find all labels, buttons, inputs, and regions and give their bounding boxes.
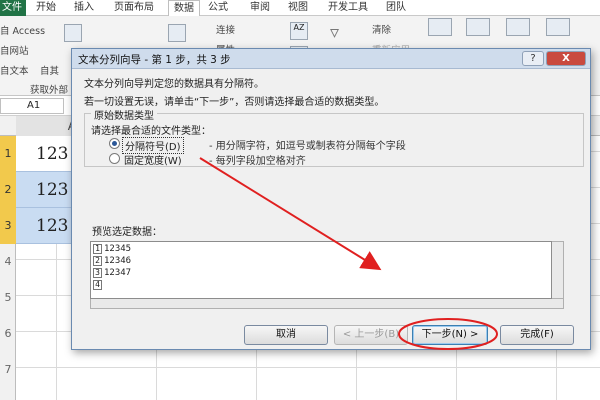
tab-insert[interactable]: 插入: [74, 0, 94, 16]
dialog-message-1: 文本分列向导判定您的数据具有分隔符。: [84, 79, 264, 90]
filter-icon[interactable]: ▿: [330, 24, 348, 42]
fixed-width-radio[interactable]: [109, 153, 120, 164]
preview-line-number: 4: [93, 280, 102, 290]
preview-line-text: 12347: [104, 268, 132, 278]
get-external-data-group: 获取外部: [30, 85, 69, 96]
back-button[interactable]: < 上一步(B): [334, 325, 408, 345]
tab-page-layout[interactable]: 页面布局: [114, 0, 154, 16]
next-button[interactable]: 下一步(N) >: [412, 325, 488, 345]
cancel-button[interactable]: 取消: [244, 325, 328, 345]
row-header-4[interactable]: 4: [0, 244, 16, 280]
sort-az-icon[interactable]: AZ: [290, 22, 308, 40]
delimited-description: - 用分隔字符，如逗号或制表符分隔每个字段: [209, 141, 406, 152]
help-button[interactable]: ?: [522, 51, 544, 66]
data-validation-icon[interactable]: [546, 18, 570, 36]
row-header-7[interactable]: 7: [0, 352, 16, 388]
finish-button[interactable]: 完成(F): [500, 325, 574, 345]
from-other-button[interactable]: 自其: [40, 63, 59, 77]
ribbon-tab-bar: 文件 开始 插入 页面布局 数据 公式 审阅 视图 开发工具 团队: [0, 0, 600, 16]
row-header-6[interactable]: 6: [0, 316, 16, 352]
tab-team[interactable]: 团队: [386, 0, 406, 16]
preview-line: 4: [93, 280, 104, 290]
tab-developer[interactable]: 开发工具: [328, 0, 368, 16]
preview-line-number: 1: [93, 244, 102, 254]
preview-vertical-scrollbar[interactable]: [552, 241, 564, 299]
tab-home[interactable]: 开始: [36, 0, 56, 16]
preview-line-text: 12345: [104, 244, 132, 254]
preview-horizontal-scrollbar[interactable]: [90, 299, 564, 309]
preview-line: 2 12346: [93, 256, 131, 266]
fixed-width-label[interactable]: 固定宽度(W): [124, 152, 182, 167]
dialog-title: 文本分列向导 - 第 1 步，共 3 步: [78, 54, 231, 66]
flash-fill-icon[interactable]: [466, 18, 490, 36]
row-header-5[interactable]: 5: [0, 280, 16, 316]
row-header-bar: 1 2 3 4 5 6 7: [0, 136, 16, 400]
preview-line-number: 2: [93, 256, 102, 266]
row-header-1[interactable]: 1: [0, 136, 16, 172]
preview-line-text: 12346: [104, 256, 132, 266]
connections-button[interactable]: 连接: [216, 22, 235, 36]
preview-line: 1 12345: [93, 244, 131, 254]
preview-line: 3 12347: [93, 268, 131, 278]
tab-file[interactable]: 文件: [0, 0, 26, 16]
from-access-button[interactable]: 自 Access: [0, 23, 45, 37]
delimited-radio[interactable]: [109, 138, 120, 149]
fixed-width-description: - 每列字段加空格对齐: [209, 156, 306, 167]
data-type-group-title: 原始数据类型: [91, 107, 157, 122]
row-header-2[interactable]: 2: [0, 172, 16, 208]
from-text-button[interactable]: 自文本: [0, 63, 29, 77]
from-web-button[interactable]: 自网站: [0, 43, 29, 57]
dialog-titlebar[interactable]: 文本分列向导 - 第 1 步，共 3 步 ? X: [72, 49, 590, 69]
text-to-columns-dialog: 文本分列向导 - 第 1 步，共 3 步 ? X 文本分列向导判定您的数据具有分…: [71, 48, 591, 350]
preview-label: 预览选定数据：: [92, 227, 162, 238]
dialog-message-2: 若一切设置无误，请单击“下一步”，否则请选择最合适的数据类型。: [84, 97, 385, 108]
tab-formulas[interactable]: 公式: [208, 0, 228, 16]
tab-review[interactable]: 审阅: [250, 0, 270, 16]
sort-az-glyph: AZ: [293, 23, 305, 32]
data-type-prompt: 请选择最合适的文件类型：: [91, 126, 211, 137]
tab-view[interactable]: 视图: [288, 0, 308, 16]
data-type-group: 原始数据类型 请选择最合适的文件类型： 分隔符号(D) - 用分隔字符，如逗号或…: [84, 107, 584, 167]
refresh-all-icon[interactable]: [168, 24, 186, 42]
clear-filter-button[interactable]: 清除: [372, 22, 391, 36]
preview-line-number: 3: [93, 268, 102, 278]
existing-connections-icon[interactable]: [64, 24, 82, 42]
preview-pane[interactable]: 1 12345 2 12346 3 12347 4: [90, 241, 552, 299]
name-box[interactable]: A1: [0, 98, 64, 114]
remove-duplicates-icon[interactable]: [506, 18, 530, 36]
tab-data[interactable]: 数据: [168, 0, 200, 16]
text-to-columns-icon[interactable]: [428, 18, 452, 36]
row-header-3[interactable]: 3: [0, 208, 16, 244]
close-button[interactable]: X: [546, 51, 586, 66]
